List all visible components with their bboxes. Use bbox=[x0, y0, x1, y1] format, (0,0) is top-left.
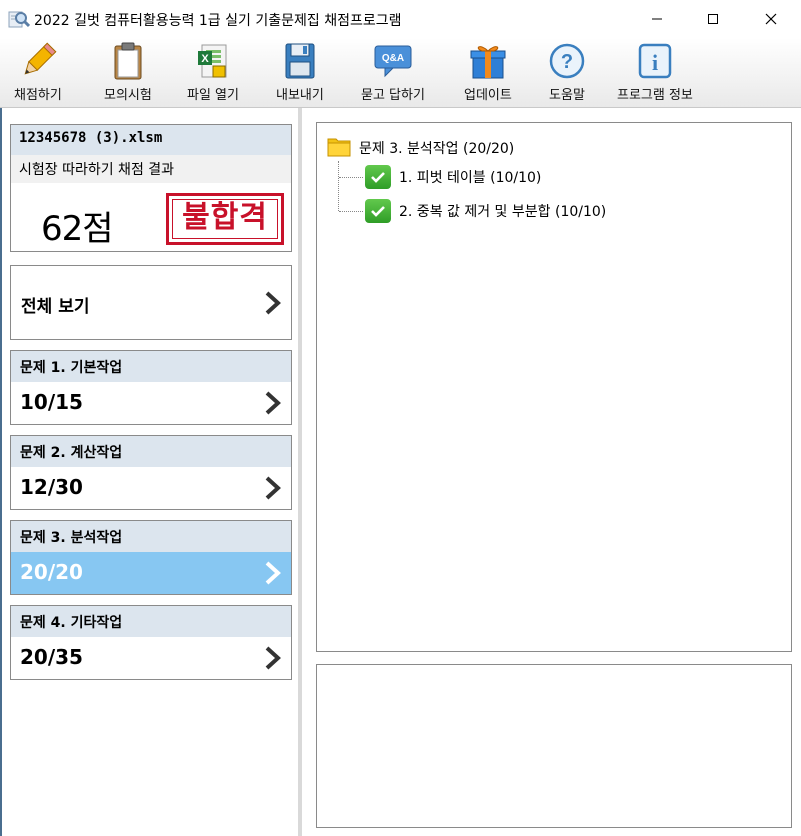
result-file-name: 12345678 (3).xlsm bbox=[11, 125, 291, 155]
tree-node-item[interactable]: 1. 피벗 테이블 (10/10) bbox=[365, 165, 541, 189]
section-title: 문제 2. 계산작업 bbox=[11, 436, 291, 467]
detail-panel[interactable] bbox=[316, 664, 792, 828]
section-title: 문제 1. 기본작업 bbox=[11, 351, 291, 382]
window-title: 2022 길벗 컴퓨터활용능력 1급 실기 기출문제집 채점프로그램 bbox=[34, 13, 402, 29]
tree-connector bbox=[339, 177, 363, 178]
check-icon bbox=[365, 165, 391, 189]
excel-file-icon: X bbox=[193, 42, 233, 80]
folder-icon bbox=[327, 135, 351, 161]
toolbar-label: 업데이트 bbox=[464, 88, 512, 103]
result-score: 62점 bbox=[41, 209, 114, 249]
qa-button[interactable]: Q&A 묻고 답하기 bbox=[361, 42, 425, 104]
section-score: 20/35 bbox=[11, 637, 291, 679]
tree-node-label: 문제 3. 분석작업 (20/20) bbox=[359, 141, 515, 157]
window-left-border bbox=[0, 108, 2, 836]
title-bar: 2022 길벗 컴퓨터활용능력 1급 실기 기출문제집 채점프로그램 bbox=[0, 0, 801, 38]
maximize-button[interactable] bbox=[685, 0, 741, 38]
toolbar-label: 도움말 bbox=[549, 88, 585, 103]
app-magnifier-icon bbox=[8, 9, 31, 29]
toolbar-label: 묻고 답하기 bbox=[361, 88, 425, 103]
view-all-label: 전체 보기 bbox=[21, 297, 90, 317]
toolbar: 채점하기 모의시험 X 파일 열기 내보내기 Q&A 묻고 답하기 업데이트 ?… bbox=[0, 38, 801, 108]
section-card-4[interactable]: 문제 4. 기타작업 20/35 bbox=[10, 605, 292, 680]
svg-text:i: i bbox=[652, 50, 658, 75]
fail-stamp: 불합격 bbox=[166, 193, 284, 245]
maximize-icon bbox=[708, 14, 718, 24]
grade-button[interactable]: 채점하기 bbox=[14, 42, 62, 104]
section-title: 문제 4. 기타작업 bbox=[11, 606, 291, 637]
toolbar-label: 파일 열기 bbox=[187, 88, 239, 103]
minimize-icon bbox=[652, 18, 662, 20]
section-card-3[interactable]: 문제 3. 분석작업 20/20 bbox=[10, 520, 292, 595]
tree-node-section[interactable]: 문제 3. 분석작업 (20/20) bbox=[327, 135, 514, 161]
pencil-icon bbox=[18, 42, 58, 80]
tree-connector bbox=[339, 211, 363, 212]
left-panel: 12345678 (3).xlsm 시험장 따라하기 채점 결과 62점 불합격… bbox=[0, 108, 302, 836]
chevron-right-icon bbox=[263, 391, 283, 415]
help-button[interactable]: ? 도움말 bbox=[547, 42, 587, 104]
section-score: 10/15 bbox=[11, 382, 291, 424]
toolbar-label: 프로그램 정보 bbox=[617, 88, 693, 103]
tree-node-item[interactable]: 2. 중복 값 제거 및 부분합 (10/10) bbox=[365, 199, 606, 223]
tree-connector bbox=[338, 161, 339, 211]
help-icon: ? bbox=[547, 42, 587, 80]
chevron-right-icon bbox=[263, 291, 283, 315]
tree-node-label: 1. 피벗 테이블 (10/10) bbox=[399, 170, 542, 186]
chevron-right-icon bbox=[263, 476, 283, 500]
section-score: 12/30 bbox=[11, 467, 291, 509]
toolbar-label: 채점하기 bbox=[14, 88, 62, 103]
mock-exam-button[interactable]: 모의시험 bbox=[104, 42, 152, 104]
svg-text:Q&A: Q&A bbox=[382, 53, 404, 64]
svg-text:?: ? bbox=[561, 51, 573, 73]
check-icon bbox=[365, 199, 391, 223]
toolbar-label: 모의시험 bbox=[104, 88, 152, 103]
toolbar-label: 내보내기 bbox=[276, 88, 324, 103]
info-icon: i bbox=[635, 42, 675, 80]
tree-node-label: 2. 중복 값 제거 및 부분합 (10/10) bbox=[399, 204, 607, 220]
clipboard-icon bbox=[108, 42, 148, 80]
chevron-right-icon bbox=[263, 561, 283, 585]
minimize-button[interactable] bbox=[629, 0, 685, 38]
section-title: 문제 3. 분석작업 bbox=[11, 521, 291, 552]
result-subtitle: 시험장 따라하기 채점 결과 bbox=[11, 155, 291, 183]
export-button[interactable]: 내보내기 bbox=[276, 42, 324, 104]
view-all-button[interactable]: 전체 보기 bbox=[10, 265, 292, 340]
update-button[interactable]: 업데이트 bbox=[464, 42, 512, 104]
result-summary: 12345678 (3).xlsm 시험장 따라하기 채점 결과 62점 불합격 bbox=[10, 124, 292, 252]
open-file-button[interactable]: X 파일 열기 bbox=[187, 42, 239, 104]
close-button[interactable] bbox=[743, 0, 799, 38]
gift-box-icon bbox=[468, 42, 508, 80]
result-tree[interactable]: 문제 3. 분석작업 (20/20) 1. 피벗 테이블 (10/10) 2. … bbox=[316, 122, 792, 652]
program-info-button[interactable]: i 프로그램 정보 bbox=[617, 42, 693, 104]
section-card-2[interactable]: 문제 2. 계산작업 12/30 bbox=[10, 435, 292, 510]
section-score: 20/20 bbox=[11, 552, 291, 594]
close-icon bbox=[765, 13, 777, 25]
section-card-1[interactable]: 문제 1. 기본작업 10/15 bbox=[10, 350, 292, 425]
svg-text:X: X bbox=[201, 53, 209, 65]
chevron-right-icon bbox=[263, 646, 283, 670]
qa-bubble-icon: Q&A bbox=[373, 42, 413, 80]
floppy-disk-icon bbox=[280, 42, 320, 80]
